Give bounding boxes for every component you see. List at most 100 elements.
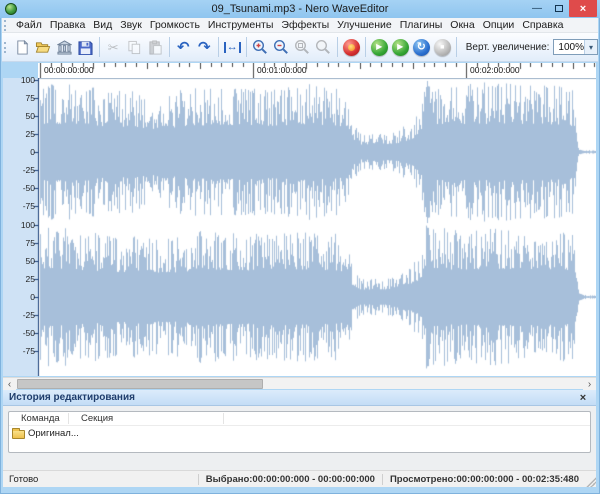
status-selected-range: Выбрано:00:00:00:000 - 00:00:00:000 <box>197 473 382 485</box>
copy-button[interactable] <box>124 35 145 59</box>
bank-building-icon <box>56 39 72 55</box>
toolbar-separator <box>245 37 247 57</box>
menu-item-audio[interactable]: Звук <box>116 18 146 33</box>
stop-icon: ■ <box>433 38 451 56</box>
folder-icon <box>12 427 25 439</box>
maximize-icon <box>555 5 563 12</box>
zoom-full-button[interactable] <box>313 35 334 59</box>
menu-item-help[interactable]: Справка <box>518 18 567 33</box>
undo-icon: ↶ <box>176 38 190 56</box>
menu-item-view[interactable]: Вид <box>89 18 116 33</box>
menu-item-edit[interactable]: Правка <box>46 18 89 33</box>
axis-label: 0 <box>30 147 35 157</box>
history-column-headers: Команда Секция <box>9 412 590 426</box>
open-file-button[interactable] <box>33 35 54 59</box>
toolbar-separator <box>98 37 100 57</box>
history-list: Команда Секция Оригинал... <box>8 411 591 453</box>
nero-waveeditor-window: 09_Tsunami.mp3 - Nero WaveEditor — × Фай… <box>0 0 600 494</box>
axis-label: -50 <box>22 328 35 338</box>
stop-button[interactable]: ■ <box>432 35 453 59</box>
fit-to-window-button[interactable]: ↔ <box>222 35 243 59</box>
toolbar-grip[interactable] <box>4 41 9 53</box>
menu-item-enhancement[interactable]: Улучшение <box>333 18 396 33</box>
play-icon: ▶ <box>370 38 388 56</box>
vertical-zoom-select[interactable]: 100% ▾ <box>553 39 598 55</box>
menu-item-volume[interactable]: Громкость <box>146 18 204 33</box>
zoom-out-button[interactable] <box>271 35 292 59</box>
menu-item-options[interactable]: Опции <box>479 18 519 33</box>
axis-label: 75 <box>25 93 35 103</box>
zoom-out-icon <box>274 39 289 54</box>
column-header-section[interactable]: Секция <box>69 412 224 425</box>
axis-label: -50 <box>22 183 35 193</box>
timeline-ruler[interactable]: 00:00:00:000 00:01:00:000 00:02:00:000 <box>38 63 596 78</box>
axis-label: 25 <box>25 129 35 139</box>
menu-item-file[interactable]: Файл <box>12 18 46 33</box>
cut-button[interactable]: ✂ <box>103 35 124 59</box>
fit-width-icon: ↔ <box>223 41 241 53</box>
app-icon <box>5 3 17 15</box>
history-panel-header: История редактирования × <box>3 390 596 406</box>
save-button[interactable] <box>75 35 96 59</box>
audio-library-button[interactable] <box>54 35 75 59</box>
play-button[interactable]: ▶ <box>369 35 390 59</box>
history-panel-title: История редактирования <box>9 392 135 403</box>
menu-item-effects[interactable]: Эффекты <box>277 18 333 33</box>
axis-label: 75 <box>25 238 35 248</box>
zoom-to-selection-button[interactable] <box>292 35 313 59</box>
history-panel: История редактирования × Команда Секция … <box>3 390 596 470</box>
close-button[interactable]: × <box>569 0 597 17</box>
scissors-icon: ✂ <box>107 39 119 55</box>
menu-item-plugins[interactable]: Плагины <box>396 18 447 33</box>
zoom-full-icon <box>316 39 331 54</box>
ruler-label-1: 00:01:00:000 <box>257 65 307 75</box>
resize-grip[interactable] <box>586 477 596 487</box>
undo-button[interactable]: ↶ <box>173 35 194 59</box>
zoom-in-button[interactable] <box>250 35 271 59</box>
axis-label: 50 <box>25 111 35 121</box>
open-folder-icon <box>36 41 51 53</box>
loop-icon: ↻ <box>412 38 430 56</box>
window-title: 09_Tsunami.mp3 - Nero WaveEditor <box>211 3 389 15</box>
ruler-label-0: 00:00:00:000 <box>44 65 94 75</box>
record-button[interactable] <box>341 35 362 59</box>
maximize-button[interactable] <box>550 0 568 17</box>
column-header-command[interactable]: Команда <box>9 412 69 425</box>
redo-button[interactable]: ↷ <box>194 35 215 59</box>
horizontal-scrollbar[interactable]: ‹ › <box>3 377 596 390</box>
menu-item-windows[interactable]: Окна <box>446 18 478 33</box>
menu-item-tools[interactable]: Инструменты <box>204 18 277 33</box>
toolbar: ✂ ↶ ↷ ↔ ▶ ▶ ↻ ■ Верт. увеличение: 100% ▾ <box>2 33 598 62</box>
axis-label: -75 <box>22 201 35 211</box>
loop-playback-button[interactable]: ↻ <box>411 35 432 59</box>
zoom-in-icon <box>253 39 268 54</box>
copy-icon <box>128 40 140 54</box>
history-close-button[interactable]: × <box>576 392 590 404</box>
menu-bar: Файл Правка Вид Звук Громкость Инструмен… <box>2 18 598 33</box>
axis-label: -25 <box>22 310 35 320</box>
vertical-zoom-label: Верт. увеличение: <box>465 41 550 53</box>
waveform-canvas[interactable] <box>30 78 596 376</box>
toolbar-grip[interactable] <box>4 19 9 31</box>
chevron-down-icon: ▾ <box>584 40 597 54</box>
vertical-zoom-value: 100% <box>558 41 584 53</box>
waveform-area[interactable]: 100 75 50 25 0 -25 -50 -75 100 75 50 25 … <box>3 75 596 376</box>
play-all-button[interactable]: ▶ <box>390 35 411 59</box>
axis-label: -25 <box>22 165 35 175</box>
paste-button[interactable] <box>145 35 166 59</box>
scroll-left-button[interactable]: ‹ <box>3 378 16 390</box>
history-row[interactable]: Оригинал... <box>9 426 590 440</box>
clipboard-icon <box>149 39 162 55</box>
scrollbar-thumb[interactable] <box>17 379 263 389</box>
toolbar-separator <box>364 37 366 57</box>
minimize-button[interactable]: — <box>528 0 546 17</box>
scroll-right-button[interactable]: › <box>583 378 596 390</box>
axis-label: 100 <box>20 75 35 85</box>
toolbar-separator <box>336 37 338 57</box>
axis-label: 100 <box>20 220 35 230</box>
record-icon <box>342 38 360 56</box>
new-file-button[interactable] <box>12 35 33 59</box>
toolbar-separator <box>168 37 170 57</box>
new-file-icon <box>17 39 29 55</box>
status-viewed-range: Просмотрено:00:00:00:000 - 00:02:35:480 <box>381 473 586 485</box>
